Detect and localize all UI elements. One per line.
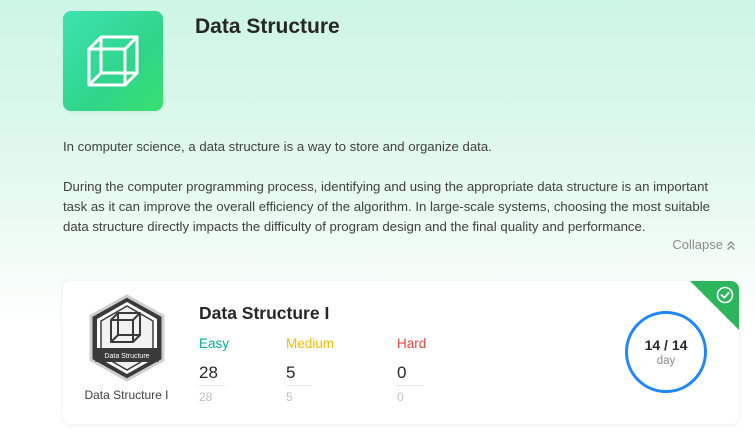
collapse-label: Collapse <box>672 237 723 252</box>
plan-title[interactable]: Data Structure I <box>199 303 329 324</box>
easy-label: Easy <box>199 336 230 351</box>
badge-caption: Data Structure I <box>84 388 169 402</box>
progress-value: 14 / 14 <box>644 337 688 353</box>
cube-icon <box>87 35 139 87</box>
chevron-double-up-icon <box>727 240 735 250</box>
plan-badge: Data Structure <box>87 294 167 382</box>
progress-unit: day <box>656 355 676 367</box>
hard-count: 0 <box>397 363 423 386</box>
medium-label: Medium <box>286 336 335 351</box>
page-title: Data Structure <box>195 15 340 38</box>
collapse-button[interactable]: Collapse <box>672 237 736 252</box>
completed-check-icon <box>690 281 739 330</box>
badge-text: Data Structure <box>104 353 149 360</box>
plan-card[interactable]: Data Structure Data Structure I Data Str… <box>63 281 739 424</box>
study-plan-cover <box>63 11 163 111</box>
hard-label: Hard <box>397 336 427 351</box>
medium-total: 5 <box>286 390 293 404</box>
medium-count: 5 <box>286 363 312 386</box>
study-plan-page: Data Structure In computer science, a da… <box>0 0 755 435</box>
description-body: During the computer programming process,… <box>63 179 710 234</box>
hard-total: 0 <box>397 390 404 404</box>
easy-total: 28 <box>199 390 213 404</box>
description-intro: In computer science, a data structure is… <box>63 139 492 154</box>
easy-count: 28 <box>199 363 225 386</box>
